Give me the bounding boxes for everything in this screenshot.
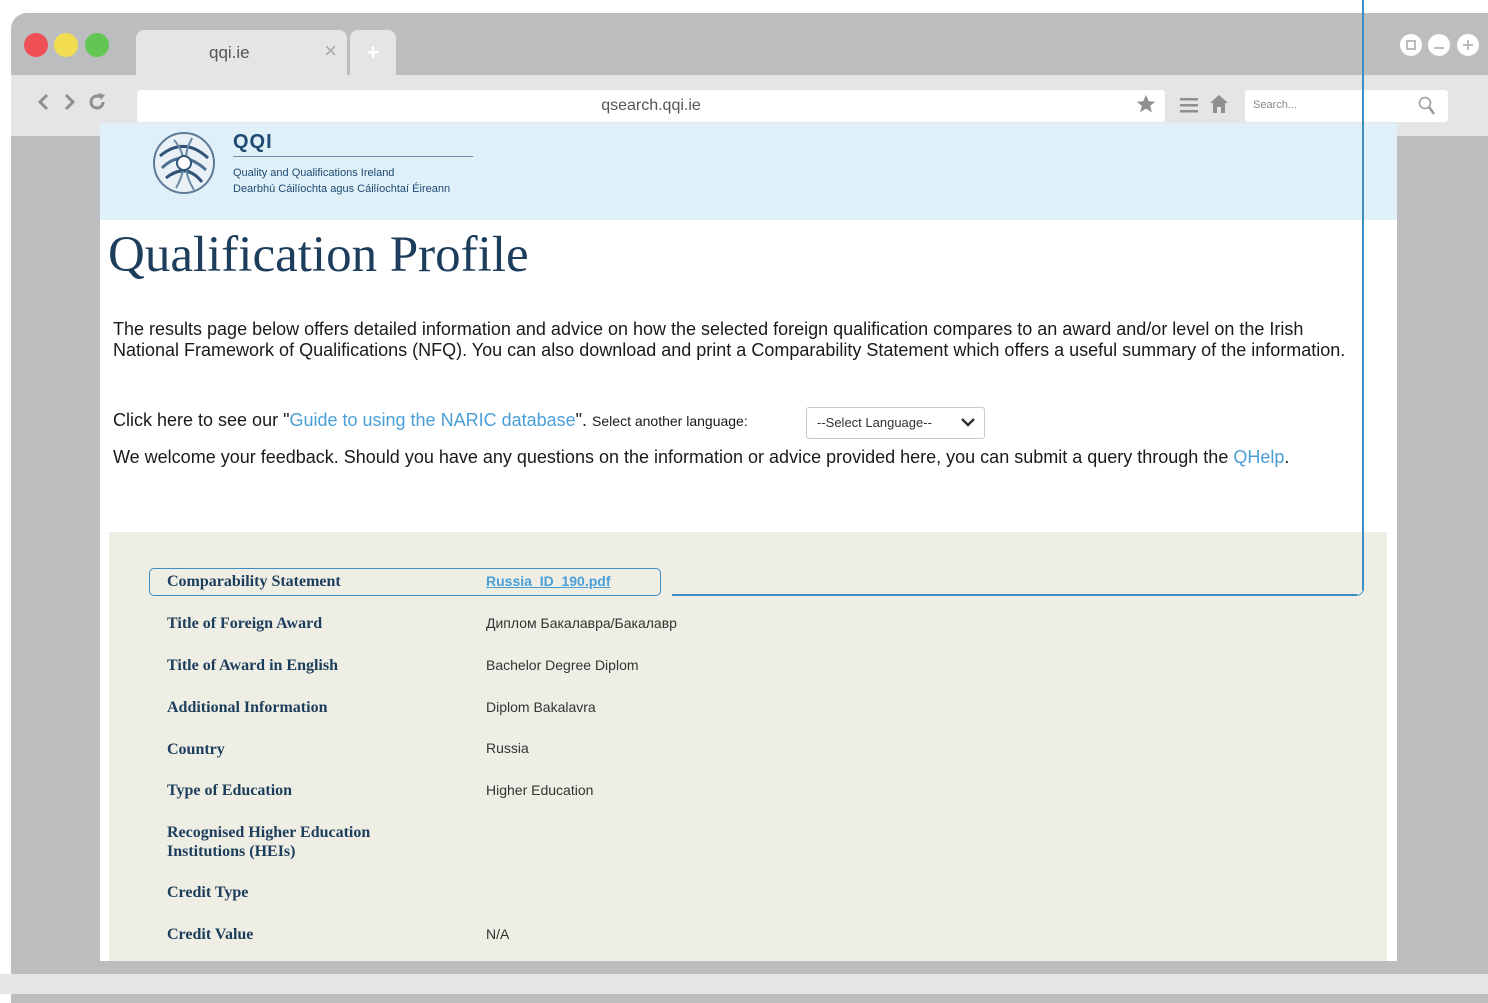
minimize-window-button[interactable]	[54, 33, 78, 57]
site-header-banner: QQI Quality and Qualifications Ireland D…	[100, 123, 1397, 220]
logo-subtitle-en: Quality and Qualifications Ireland	[233, 167, 395, 179]
country-label: Country	[167, 741, 225, 758]
forward-icon[interactable]	[62, 91, 78, 119]
tab-title: qqi.ie	[209, 43, 250, 62]
maximize-window-button[interactable]	[85, 33, 109, 57]
english-title-label: Title of Award in English	[167, 657, 338, 674]
browser-tab[interactable]: qqi.ie ×	[136, 30, 347, 75]
intro-paragraph: The results page below offers detailed i…	[113, 319, 1346, 360]
additional-info-value: Diplom Bakalavra	[486, 699, 596, 715]
guide-line: Click here to see our "Guide to using th…	[113, 410, 748, 431]
callout-line-vertical	[1362, 0, 1364, 590]
callout-line-horizontal	[672, 594, 1357, 596]
feedback-end: .	[1284, 447, 1290, 467]
guide-prefix: Click here to see our "	[113, 410, 290, 430]
bookmark-star-icon[interactable]	[1135, 93, 1157, 121]
reload-icon[interactable]	[87, 91, 107, 119]
web-page: QQI Quality and Qualifications Ireland D…	[100, 123, 1397, 961]
education-type-label: Type of Education	[167, 782, 293, 799]
foreign-title-label: Title of Foreign Award	[167, 615, 323, 632]
restore-icon[interactable]	[1400, 34, 1422, 56]
url-text: qsearch.qqi.ie	[601, 97, 701, 114]
qqi-logo-icon[interactable]	[152, 130, 216, 196]
comparability-value: Russia_ID_190.pdf	[486, 573, 611, 589]
chevron-down-icon	[960, 413, 976, 436]
search-placeholder: Search...	[1253, 99, 1298, 111]
language-label: Select another language:	[592, 413, 748, 429]
close-tab-icon[interactable]: ×	[324, 38, 337, 64]
education-type-value: Higher Education	[486, 782, 594, 798]
address-bar[interactable]: qsearch.qqi.ie	[137, 90, 1165, 122]
browser-search-input[interactable]: Search...	[1245, 90, 1448, 122]
guide-suffix: ".	[575, 410, 588, 430]
qhelp-link[interactable]: QHelp	[1233, 447, 1284, 467]
minimize-icon[interactable]	[1428, 34, 1450, 56]
new-tab-button[interactable]: +	[350, 30, 396, 75]
back-icon[interactable]	[35, 91, 51, 119]
qualification-details-panel: Comparability Statement Russia_ID_190.pd…	[109, 532, 1387, 961]
credit-value-value: N/A	[486, 926, 510, 942]
hei-label: Recognised Higher Education Institutions…	[167, 824, 371, 860]
comparability-label: Comparability Statement	[167, 573, 341, 590]
language-select-value: --Select Language--	[817, 415, 932, 430]
guide-link[interactable]: Guide to using the NARIC database	[289, 410, 575, 430]
foreign-title-value: Диплом Бакалавра/Бакалавр	[486, 615, 677, 631]
language-select[interactable]: --Select Language--	[806, 407, 985, 439]
feedback-paragraph: We welcome your feedback. Should you hav…	[113, 447, 1353, 468]
close-window-button[interactable]	[24, 33, 48, 57]
feedback-text: We welcome your feedback. Should you hav…	[113, 447, 1229, 467]
country-value: Russia	[486, 740, 529, 756]
home-icon[interactable]	[1209, 94, 1229, 119]
logo-divider	[233, 156, 473, 157]
menu-icon[interactable]	[1180, 94, 1198, 120]
credit-value-label: Credit Value	[167, 926, 254, 943]
additional-info-label: Additional Information	[167, 699, 328, 716]
credit-type-label: Credit Type	[167, 884, 249, 901]
page-title: Qualification Profile	[108, 227, 529, 283]
logo-name: QQI	[233, 131, 273, 153]
english-title-value: Bachelor Degree Diplom	[486, 657, 639, 673]
add-icon[interactable]	[1457, 34, 1479, 56]
browser-bottom-bar	[0, 974, 1488, 994]
comparability-pdf-link[interactable]: Russia_ID_190.pdf	[486, 573, 611, 589]
search-icon[interactable]	[1418, 96, 1436, 121]
logo-subtitle-ga: Dearbhú Cáilíochta agus Cáilíochtaí Éire…	[233, 183, 451, 195]
